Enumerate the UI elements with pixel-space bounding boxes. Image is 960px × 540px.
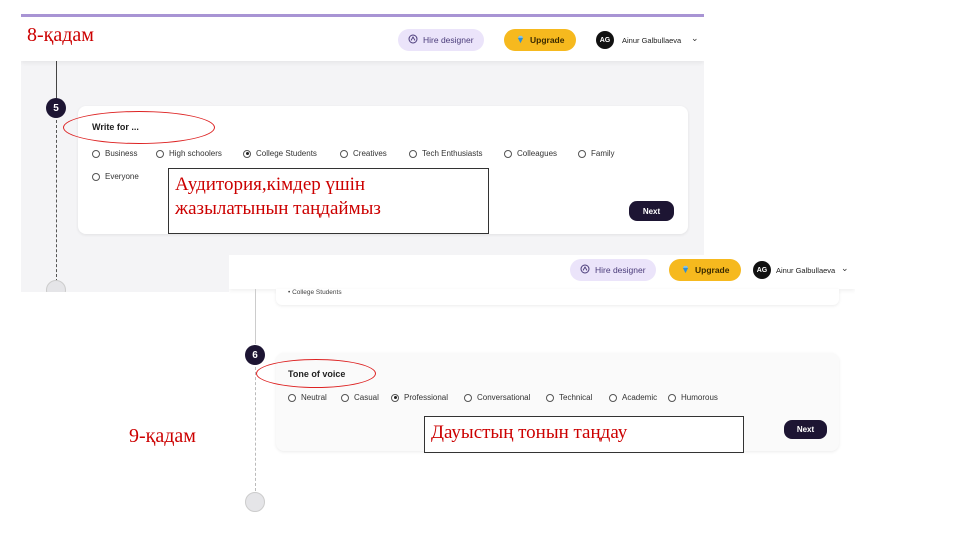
option-colleagues[interactable]: Colleagues	[504, 149, 557, 158]
previous-answer: • College Students	[288, 289, 342, 296]
avatar[interactable]: AG	[596, 31, 614, 49]
diamond-icon	[516, 35, 525, 46]
option-college-students[interactable]: College Students	[243, 149, 317, 158]
radio-colleagues[interactable]	[504, 149, 512, 158]
radio-college-students[interactable]	[243, 149, 251, 158]
radio-everyone[interactable]	[92, 172, 100, 181]
option-label: Family	[591, 149, 615, 158]
option-label: Academic	[622, 393, 658, 402]
highlight-ellipse	[256, 359, 376, 388]
option-label: Casual	[354, 393, 379, 402]
option-technical[interactable]: Technical	[546, 393, 592, 402]
top-navbar: Hire designer Upgrade AG Ainur Galbullae…	[229, 255, 855, 289]
timeline-dashed	[56, 120, 57, 282]
option-label: Professional	[404, 393, 449, 402]
option-label: Tech Enthusiasts	[422, 149, 483, 158]
option-label: Business	[105, 149, 138, 158]
radio-family[interactable]	[578, 149, 586, 158]
highlight-ellipse	[63, 111, 215, 144]
radio-conversational[interactable]	[464, 393, 472, 402]
next-step-circle	[245, 492, 265, 512]
option-academic[interactable]: Academic	[609, 393, 657, 402]
option-tech-enthusiasts[interactable]: Tech Enthusiasts	[409, 149, 482, 158]
step-badge-5: 5	[46, 98, 66, 118]
option-label: Colleagues	[517, 149, 558, 158]
step-badge-6: 6	[245, 345, 265, 365]
radio-academic[interactable]	[609, 393, 617, 402]
radio-technical[interactable]	[546, 393, 554, 402]
upgrade-button[interactable]: Upgrade	[669, 259, 742, 281]
option-professional[interactable]: Professional	[391, 393, 448, 402]
option-conversational[interactable]: Conversational	[464, 393, 530, 402]
hire-designer-button[interactable]: Hire designer	[570, 259, 656, 281]
option-label: Neutral	[301, 393, 327, 402]
radio-business[interactable]	[92, 149, 100, 158]
option-label: Everyone	[105, 172, 139, 181]
option-label: College Students	[256, 149, 317, 158]
option-humorous[interactable]: Humorous	[668, 393, 718, 402]
next-button[interactable]: Next	[629, 201, 674, 221]
next-step-circle	[46, 280, 66, 292]
radio-casual[interactable]	[341, 393, 349, 402]
hire-designer-label: Hire designer	[423, 35, 474, 45]
user-name[interactable]: Ainur Galbullaeva	[776, 266, 835, 275]
chevron-down-icon[interactable]: ⌄	[841, 263, 849, 274]
upgrade-button[interactable]: Upgrade	[504, 29, 577, 51]
upgrade-label: Upgrade	[695, 265, 730, 275]
previous-step-card: • College Students	[276, 289, 839, 305]
step-label-8: 8-қадам	[27, 24, 94, 46]
option-label: Conversational	[477, 393, 531, 402]
timeline-line	[255, 289, 256, 344]
option-high-schoolers[interactable]: High schoolers	[156, 149, 222, 158]
radio-humorous[interactable]	[668, 393, 676, 402]
diamond-icon	[681, 265, 690, 276]
radio-neutral[interactable]	[288, 393, 296, 402]
hire-designer-button[interactable]: Hire designer	[398, 29, 484, 51]
radio-tech-enthusiasts[interactable]	[409, 149, 417, 158]
radio-creatives[interactable]	[340, 149, 348, 158]
option-family[interactable]: Family	[578, 149, 615, 158]
screenshot-step-8: Hire designer Upgrade AG Ainur Galbullae…	[21, 14, 704, 292]
timeline-line-top	[56, 61, 57, 99]
top-navbar: Hire designer Upgrade AG Ainur Galbullae…	[21, 14, 704, 61]
option-label: Technical	[559, 393, 593, 402]
step-label-9: 9-қадам	[129, 425, 196, 447]
upgrade-label: Upgrade	[530, 35, 565, 45]
option-label: Humorous	[681, 393, 718, 402]
option-creatives[interactable]: Creatives	[340, 149, 387, 158]
next-button[interactable]: Next	[784, 420, 827, 439]
option-casual[interactable]: Casual	[341, 393, 379, 402]
annotation-audience: Аудитория,кімдер үшін жазылатынын таңдай…	[168, 168, 489, 234]
palette-icon	[408, 34, 418, 46]
option-neutral[interactable]: Neutral	[288, 393, 327, 402]
user-name[interactable]: Ainur Galbullaeva	[622, 36, 681, 45]
hire-designer-label: Hire designer	[595, 265, 646, 275]
option-everyone[interactable]: Everyone	[92, 172, 139, 181]
screenshot-step-9: Hire designer Upgrade AG Ainur Galbullae…	[229, 255, 855, 520]
avatar[interactable]: AG	[753, 261, 771, 279]
annotation-tone: Дауыстың тонын таңдау	[424, 416, 744, 453]
palette-icon	[580, 264, 590, 276]
radio-high-schoolers[interactable]	[156, 149, 164, 158]
radio-professional[interactable]	[391, 393, 399, 402]
option-label: Creatives	[353, 149, 387, 158]
option-business[interactable]: Business	[92, 149, 137, 158]
accent-line	[21, 14, 704, 17]
option-label: High schoolers	[169, 149, 222, 158]
chevron-down-icon[interactable]: ⌄	[691, 33, 699, 44]
timeline-dashed	[255, 367, 256, 491]
